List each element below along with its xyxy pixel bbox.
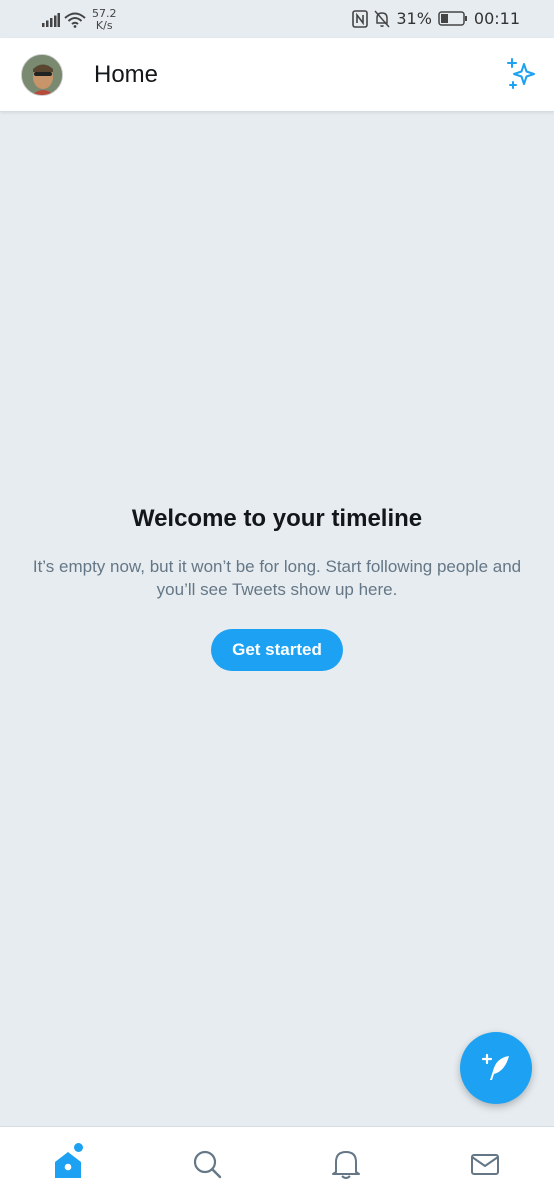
search-icon: [193, 1150, 222, 1179]
tab-home[interactable]: [51, 1147, 85, 1181]
sparkle-icon: [507, 58, 535, 89]
nfc-icon: [352, 9, 369, 28]
battery-percent: 31%: [396, 9, 432, 28]
status-bar: 57.2 K/s 31% 00:11: [0, 0, 554, 38]
avatar[interactable]: [21, 54, 63, 96]
avatar-image: [22, 55, 62, 95]
signal-icon: [42, 13, 60, 27]
status-left: 57.2 K/s: [42, 8, 117, 32]
get-started-button[interactable]: Get started: [211, 629, 343, 671]
status-right: 31% 00:11: [346, 9, 520, 28]
mute-icon: [374, 10, 390, 27]
network-speed: 57.2 K/s: [92, 8, 117, 32]
empty-timeline-description: It’s empty now, but it won’t be for long…: [32, 557, 522, 599]
home-unread-dot: [74, 1143, 83, 1152]
empty-timeline: Welcome to your timeline It’s empty now,…: [0, 505, 554, 671]
battery-icon: [438, 11, 467, 26]
app-bar: Home: [0, 38, 554, 112]
bell-icon: [332, 1151, 360, 1179]
compose-tweet-icon: [481, 1053, 509, 1080]
tab-search[interactable]: [190, 1147, 224, 1181]
compose-tweet-button[interactable]: [460, 1032, 532, 1104]
network-speed-unit: K/s: [95, 19, 113, 32]
clock: 00:11: [473, 9, 520, 28]
empty-timeline-title: Welcome to your timeline: [131, 505, 423, 532]
mail-icon: [471, 1154, 499, 1175]
tab-messages[interactable]: [468, 1147, 502, 1181]
bottom-nav: [0, 1126, 554, 1200]
wifi-icon: [64, 12, 86, 28]
home-icon: [55, 1152, 81, 1178]
page-title: Home: [94, 61, 159, 88]
tab-notifications[interactable]: [329, 1147, 363, 1181]
top-tweets-button[interactable]: [504, 56, 540, 92]
